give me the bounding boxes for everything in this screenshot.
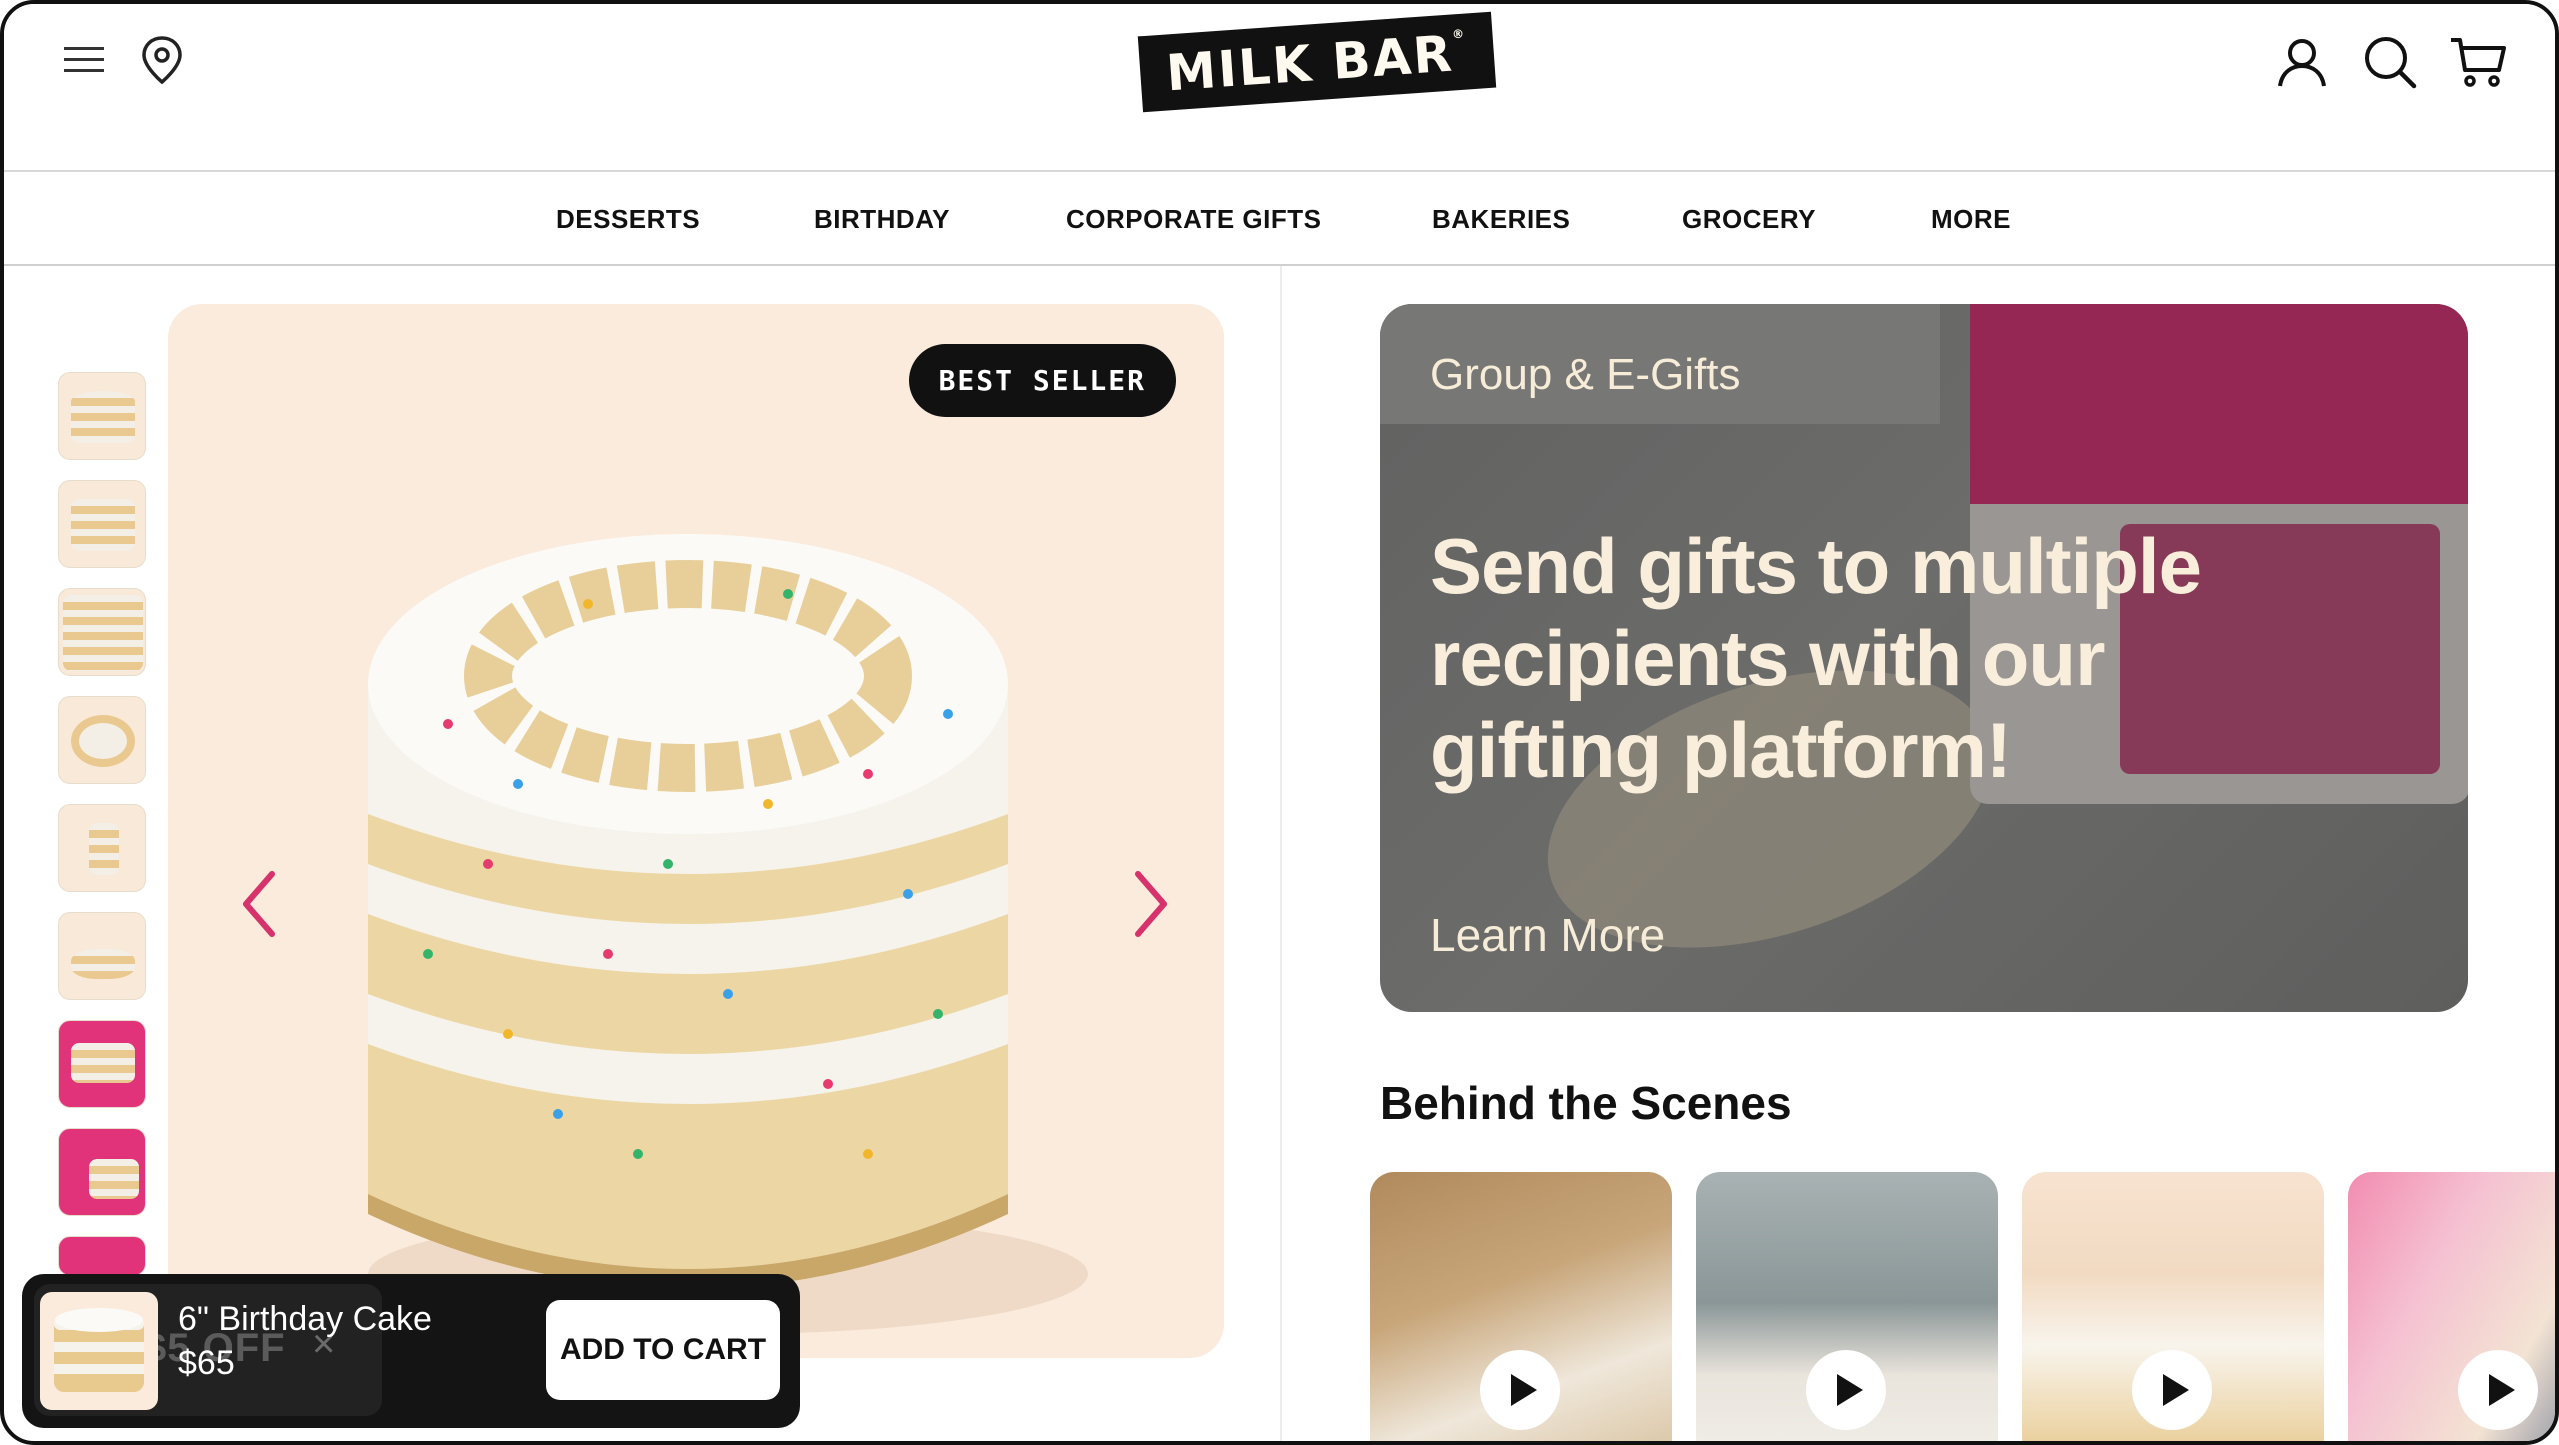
behind-the-scenes-title: Behind the Scenes <box>1380 1077 1792 1129</box>
hamburger-menu-icon[interactable] <box>56 32 112 88</box>
nav-item-bakeries[interactable]: BAKERIES <box>1432 204 1570 235</box>
video-card[interactable] <box>1370 1172 1672 1441</box>
nav-item-desserts[interactable]: DESSERTS <box>556 204 700 235</box>
milk-bar-logo[interactable]: MILK BAR® <box>1137 11 1496 113</box>
birthday-cake-image <box>368 534 1088 1334</box>
cart-product-thumbnail <box>40 1292 158 1410</box>
video-card[interactable] <box>1696 1172 1998 1441</box>
chevron-left-icon[interactable] <box>230 864 290 944</box>
search-icon[interactable] <box>2360 32 2420 92</box>
product-thumbnail[interactable] <box>58 372 146 460</box>
nav-item-corporate-gifts[interactable]: CORPORATE GIFTS <box>1066 204 1321 235</box>
promo-eyebrow: Group & E-Gifts <box>1430 350 1741 399</box>
main-nav: DESSERTS BIRTHDAY CORPORATE GIFTS BAKERI… <box>4 174 2555 266</box>
video-card[interactable] <box>2348 1172 2555 1441</box>
site-header: MILK BAR® <box>4 4 2555 172</box>
product-video-thumbnail[interactable] <box>58 1236 146 1276</box>
play-icon[interactable] <box>1480 1350 1560 1430</box>
chevron-right-icon[interactable] <box>1120 864 1180 944</box>
map-pin-icon[interactable] <box>134 32 190 88</box>
behind-the-scenes-video-list <box>1370 1172 2555 1441</box>
product-thumbnail[interactable] <box>58 1020 146 1108</box>
group-e-gifts-promo-card[interactable]: Group & E-Gifts Send gifts to multiple r… <box>1380 304 2468 1012</box>
cart-icon[interactable] <box>2446 32 2510 92</box>
play-icon[interactable] <box>2458 1350 2538 1430</box>
product-thumbnail[interactable] <box>58 696 146 784</box>
nav-item-birthday[interactable]: BIRTHDAY <box>814 204 950 235</box>
nav-item-grocery[interactable]: GROCERY <box>1682 204 1816 235</box>
product-thumbnail[interactable] <box>58 588 146 676</box>
product-thumbnail-list <box>58 372 152 1296</box>
nav-item-more[interactable]: MORE <box>1931 204 2011 235</box>
logo-text: MILK BAR <box>1164 24 1456 103</box>
product-thumbnail[interactable] <box>58 1128 146 1216</box>
play-icon[interactable] <box>2132 1350 2212 1430</box>
user-icon[interactable] <box>2272 32 2332 92</box>
column-divider <box>1280 266 1282 1441</box>
product-thumbnail[interactable] <box>58 912 146 1000</box>
browser-frame: MILK BAR® DESSERTS BIRTHDAY CORPORATE GI… <box>0 0 2559 1445</box>
cart-product-price: $65 <box>178 1344 235 1382</box>
product-thumbnail[interactable] <box>58 480 146 568</box>
learn-more-link[interactable]: Learn More <box>1430 908 1665 962</box>
add-to-cart-button[interactable]: ADD TO CART <box>546 1300 780 1400</box>
video-card[interactable] <box>2022 1172 2324 1441</box>
product-thumbnail[interactable] <box>58 804 146 892</box>
promo-headline: Send gifts to multiple recipients with o… <box>1430 522 2202 794</box>
cart-product-name: 6" Birthday Cake <box>178 1300 432 1338</box>
product-image-carousel: BEST SELLER <box>168 304 1224 1358</box>
play-icon[interactable] <box>1806 1350 1886 1430</box>
